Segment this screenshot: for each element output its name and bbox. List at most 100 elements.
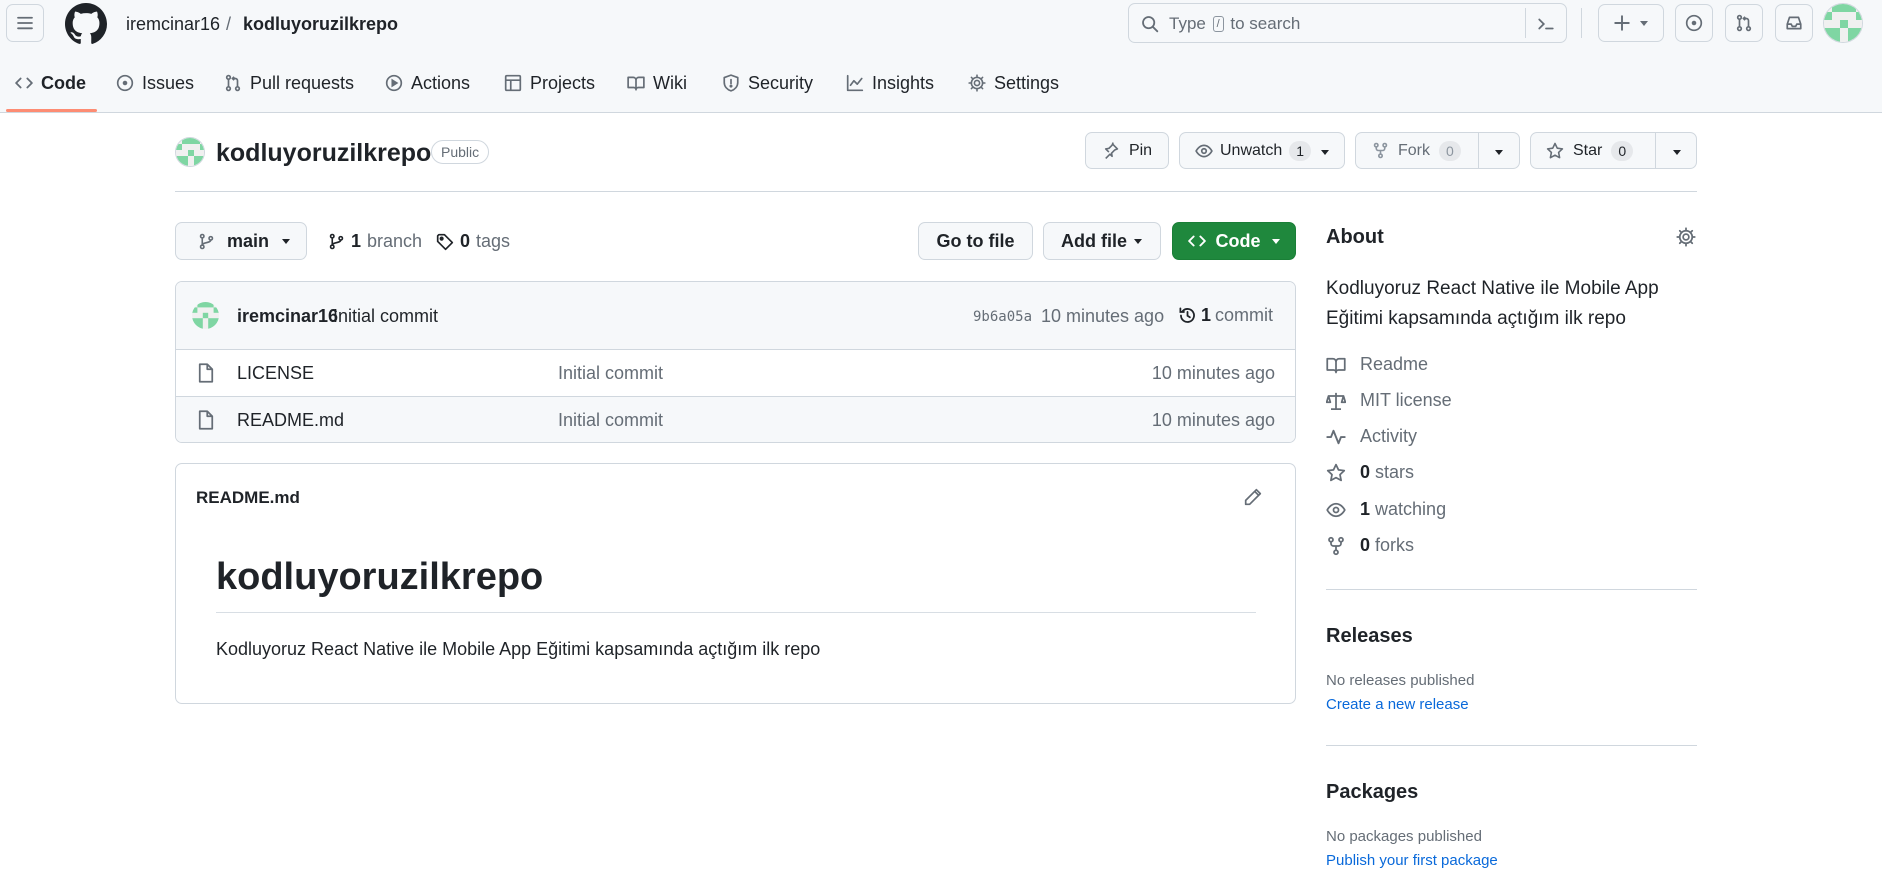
tab-label: Security bbox=[748, 72, 814, 93]
branches-link[interactable]: 1 branch bbox=[328, 231, 422, 252]
readme-heading-rule bbox=[216, 612, 1256, 613]
button-divider bbox=[1655, 133, 1656, 168]
create-release-link[interactable]: Create a new release bbox=[1326, 696, 1469, 713]
menu-button[interactable] bbox=[6, 4, 44, 42]
file-icon bbox=[197, 410, 215, 430]
hamburger-icon bbox=[16, 14, 34, 32]
tab-code[interactable]: Code bbox=[15, 70, 86, 96]
inbox-button[interactable] bbox=[1775, 4, 1813, 42]
create-new-button[interactable] bbox=[1598, 4, 1664, 42]
command-palette-icon[interactable] bbox=[1537, 15, 1555, 33]
file-row-readme[interactable]: README.md Initial commit 10 minutes ago bbox=[176, 396, 1295, 442]
releases-title[interactable]: Releases bbox=[1326, 625, 1413, 648]
pencil-icon[interactable] bbox=[1244, 488, 1262, 506]
header-divider bbox=[1581, 8, 1582, 38]
code-icon bbox=[1187, 232, 1206, 250]
about-title: About bbox=[1326, 226, 1384, 248]
sidebar-divider bbox=[1326, 589, 1697, 590]
tab-label: Insights bbox=[872, 72, 935, 93]
fork-label: Fork bbox=[1398, 141, 1430, 159]
book-icon bbox=[627, 74, 645, 92]
unwatch-label: Unwatch bbox=[1220, 141, 1283, 159]
file-commit-message[interactable]: Initial commit bbox=[558, 363, 663, 384]
search-input[interactable]: Type / to search bbox=[1128, 3, 1567, 43]
repo-header-divider bbox=[175, 191, 1697, 192]
shield-icon bbox=[722, 74, 740, 92]
pull-request-icon bbox=[1735, 14, 1753, 32]
pin-button[interactable]: Pin bbox=[1085, 132, 1169, 169]
tag-icon bbox=[436, 233, 454, 251]
book-icon bbox=[1326, 355, 1346, 375]
readme-filename[interactable]: README.md bbox=[196, 488, 300, 508]
commit-author[interactable]: iremcinar16 bbox=[237, 306, 338, 327]
eye-icon bbox=[1326, 500, 1346, 520]
code-icon bbox=[15, 74, 33, 92]
add-file-button[interactable]: Add file bbox=[1043, 222, 1161, 260]
sidebar-item-forks[interactable]: 0 forks bbox=[1326, 535, 1414, 556]
pull-requests-button[interactable] bbox=[1725, 4, 1763, 42]
commit-message[interactable]: Initial commit bbox=[333, 306, 438, 327]
gear-icon bbox=[968, 74, 986, 92]
readme-panel: README.md kodluyoruzilkrepo Kodluyoruz R… bbox=[175, 463, 1296, 704]
sidebar-item-readme[interactable]: Readme bbox=[1326, 354, 1428, 375]
watch-counter: 1 bbox=[1289, 140, 1312, 161]
star-icon bbox=[1546, 142, 1564, 160]
tab-pull-requests[interactable]: Pull requests bbox=[224, 70, 354, 96]
file-icon bbox=[197, 363, 215, 383]
sidebar-item-license[interactable]: MIT license bbox=[1326, 390, 1452, 411]
code-dropdown-button[interactable]: Code bbox=[1172, 222, 1296, 260]
issues-button[interactable] bbox=[1675, 4, 1713, 42]
tags-link[interactable]: 0 tags bbox=[436, 231, 510, 252]
sidebar-item-watching[interactable]: 1 watching bbox=[1326, 499, 1446, 520]
sidebar-divider bbox=[1326, 745, 1697, 746]
issue-icon bbox=[116, 74, 134, 92]
file-name[interactable]: README.md bbox=[237, 410, 344, 431]
tab-insights[interactable]: Insights bbox=[846, 70, 934, 96]
tab-issues[interactable]: Issues bbox=[116, 70, 194, 96]
repo-owner-avatar[interactable] bbox=[175, 137, 205, 167]
sidebar-item-label: Readme bbox=[1360, 354, 1429, 374]
avatar[interactable] bbox=[1823, 3, 1863, 43]
fork-button[interactable]: Fork 0 bbox=[1355, 132, 1520, 169]
branch-select-button[interactable]: main bbox=[175, 222, 307, 260]
breadcrumb-repo[interactable]: kodluyoruzilkrepo bbox=[243, 13, 398, 35]
sidebar-item-stars[interactable]: 0 stars bbox=[1326, 462, 1414, 483]
law-icon bbox=[1326, 391, 1346, 411]
gear-icon[interactable] bbox=[1676, 227, 1696, 247]
publish-package-link[interactable]: Publish your first package bbox=[1326, 852, 1498, 869]
tab-security[interactable]: Security bbox=[722, 70, 813, 96]
go-to-file-label: Go to file bbox=[936, 230, 1015, 251]
tab-settings[interactable]: Settings bbox=[968, 70, 1059, 96]
tab-label: Projects bbox=[530, 72, 596, 93]
file-commit-message[interactable]: Initial commit bbox=[558, 410, 663, 431]
commit-history-link[interactable]: 1 commit bbox=[1178, 305, 1273, 326]
pulse-icon bbox=[1326, 427, 1346, 447]
tab-actions[interactable]: Actions bbox=[385, 70, 470, 96]
tag-label: tags bbox=[476, 231, 511, 251]
file-row-license[interactable]: LICENSE Initial commit 10 minutes ago bbox=[176, 350, 1295, 396]
go-to-file-button[interactable]: Go to file bbox=[918, 222, 1033, 260]
branch-label: branch bbox=[367, 231, 423, 251]
breadcrumb-owner[interactable]: iremcinar16 bbox=[126, 13, 220, 35]
star-label: Star bbox=[1573, 141, 1603, 159]
branch-name: main bbox=[227, 230, 270, 251]
fork-icon bbox=[1372, 142, 1389, 159]
unwatch-button[interactable]: Unwatch 1 bbox=[1179, 132, 1345, 169]
sidebar-item-activity[interactable]: Activity bbox=[1326, 426, 1417, 447]
readme-body: Kodluyoruz React Native ile Mobile App E… bbox=[216, 639, 821, 659]
star-button[interactable]: Star 0 bbox=[1530, 132, 1697, 169]
global-header: iremcinar16 / kodluyoruzilkrepo Type / t… bbox=[0, 0, 1882, 113]
github-logo-icon[interactable] bbox=[65, 3, 107, 45]
eye-icon bbox=[1195, 142, 1213, 160]
commit-author-avatar[interactable] bbox=[192, 302, 219, 329]
watching-count: 1 bbox=[1360, 499, 1371, 519]
issue-icon bbox=[1685, 14, 1703, 32]
packages-title[interactable]: Packages bbox=[1326, 781, 1418, 804]
tab-label: Actions bbox=[411, 72, 471, 93]
file-name[interactable]: LICENSE bbox=[237, 363, 314, 384]
watching-label: watching bbox=[1375, 499, 1447, 519]
tab-projects[interactable]: Projects bbox=[504, 70, 595, 96]
commit-sha[interactable]: 9b6a05a bbox=[973, 309, 1032, 325]
tab-wiki[interactable]: Wiki bbox=[627, 70, 687, 96]
repo-title[interactable]: kodluyoruzilkrepo bbox=[216, 138, 431, 168]
